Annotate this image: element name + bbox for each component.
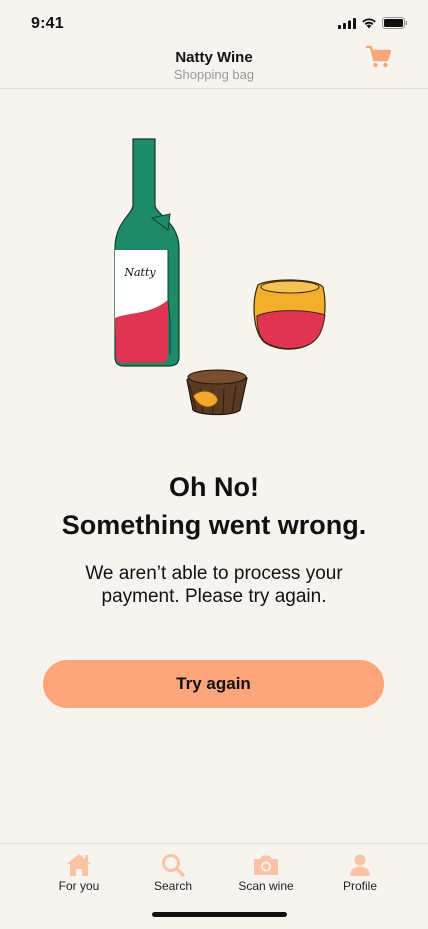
status-icons xyxy=(338,17,408,29)
home-indicator[interactable] xyxy=(152,912,287,917)
battery-icon xyxy=(382,17,408,29)
error-title-line-1: Oh No! xyxy=(169,472,259,502)
search-icon xyxy=(162,854,185,877)
cart-button[interactable] xyxy=(365,44,392,70)
try-again-button[interactable]: Try again xyxy=(43,660,384,708)
tab-search[interactable]: Search xyxy=(126,852,220,893)
nav-header: Natty Wine Shopping bag xyxy=(0,44,428,89)
error-title: Oh No! Something went wrong. xyxy=(0,468,428,544)
error-message: We aren’t able to process your payment. … xyxy=(85,563,343,607)
page-title: Natty Wine xyxy=(175,49,253,66)
tab-for-you[interactable]: For you xyxy=(32,852,126,893)
cellular-signal-icon xyxy=(338,17,356,29)
tab-profile[interactable]: Profile xyxy=(313,852,407,893)
wine-bottle-illustration: Natty xyxy=(114,138,180,367)
error-title-line-2: Something went wrong. xyxy=(61,510,367,540)
bottle-label: Natty xyxy=(123,266,156,279)
wifi-icon xyxy=(362,18,376,29)
shopping-cart-icon xyxy=(365,45,392,68)
wine-glass-illustration xyxy=(253,279,326,350)
profile-icon xyxy=(350,854,370,876)
tab-label-search: Search xyxy=(153,879,193,893)
page-subtitle: Shopping bag xyxy=(173,67,255,82)
tab-label-for-you: For you xyxy=(58,879,100,893)
camera-icon xyxy=(254,855,278,875)
status-bar: 9:41 xyxy=(0,0,428,44)
home-icon xyxy=(67,854,91,876)
chocolate-cup-illustration xyxy=(186,369,248,416)
tab-label-scan-wine: Scan wine xyxy=(238,879,294,893)
tab-scan-wine[interactable]: Scan wine xyxy=(219,852,313,893)
status-time: 9:41 xyxy=(31,15,64,32)
error-illustration: Natty xyxy=(114,138,326,416)
tab-label-profile: Profile xyxy=(342,879,377,893)
